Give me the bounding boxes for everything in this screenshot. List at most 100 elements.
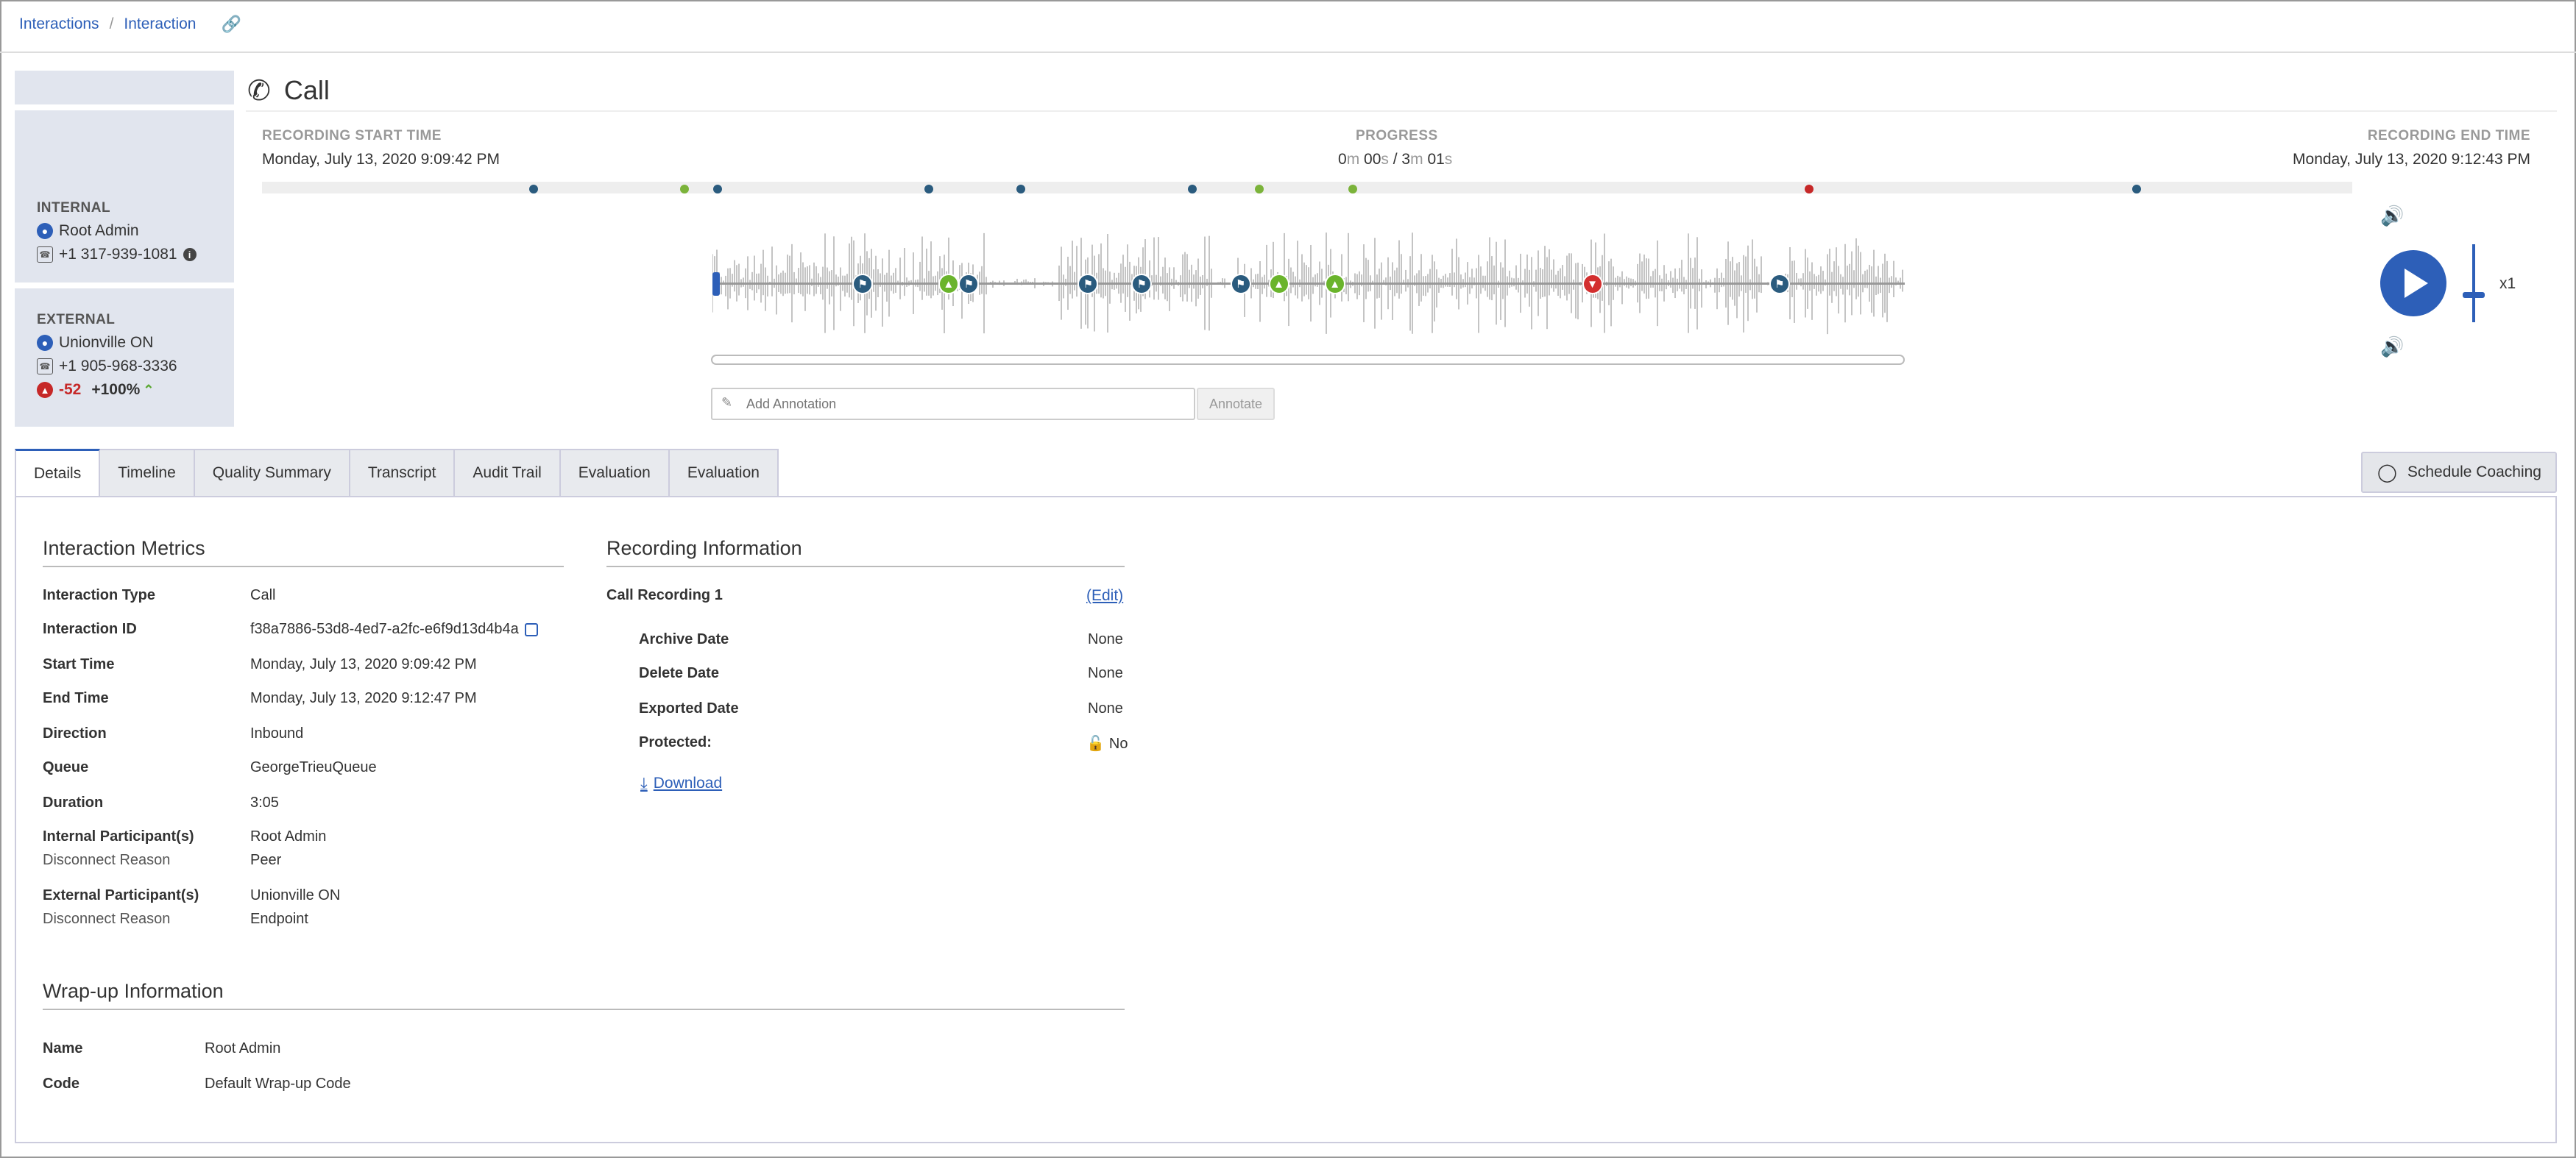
recording-key: Archive Date (639, 631, 729, 647)
play-button[interactable] (2380, 250, 2446, 316)
annotate-button[interactable]: Annotate (1197, 388, 1275, 420)
timeline-event-red-dot[interactable] (1804, 185, 1814, 193)
thumbs-up-marker-icon[interactable]: ▲ (938, 274, 959, 294)
phone-icon: ✆ (247, 75, 271, 107)
bookmark-marker-icon[interactable]: ⚑ (1131, 274, 1153, 294)
metric-value: Monday, July 13, 2020 9:09:42 PM (250, 656, 477, 672)
metric-value: GeorgeTrieuQueue (250, 759, 377, 775)
metric-key: Direction (43, 725, 107, 742)
thumbs-down-marker-icon[interactable]: ▼ (1582, 274, 1603, 294)
recording-key: Protected: (639, 734, 712, 750)
schedule-coaching-button[interactable]: ◯ Schedule Coaching (2361, 452, 2557, 493)
breadcrumb-interaction[interactable]: Interaction (124, 15, 196, 33)
download-icon: ⤓ (640, 774, 648, 792)
bookmark-marker-icon[interactable]: ⚑ (1769, 274, 1790, 294)
internal-name: Root Admin (59, 222, 139, 239)
metric-value: f38a7886-53d8-4ed7-a2fc-e6f9d13d4b4a (250, 621, 538, 638)
breadcrumb-separator: / (109, 15, 114, 32)
bookmark-marker-icon[interactable]: ⚑ (852, 274, 874, 294)
unlock-icon: 🔓 (1086, 736, 1105, 752)
speed-slider-thumb[interactable] (2463, 292, 2485, 298)
recording-start-value: Monday, July 13, 2020 9:09:42 PM (262, 151, 500, 168)
event-timeline-strip[interactable] (262, 182, 2352, 193)
annotation-input[interactable] (711, 388, 1195, 420)
thumbs-up-marker-icon[interactable]: ▲ (1324, 274, 1345, 294)
external-phone: +1 905-968-3336 (59, 358, 177, 374)
tab-evaluation-2[interactable]: Evaluation (669, 449, 779, 497)
wrapup-key: Code (43, 1076, 79, 1092)
timeline-event-green-dot[interactable] (1348, 185, 1358, 193)
recording-end-value: Monday, July 13, 2020 9:12:43 PM (2293, 151, 2530, 168)
external-participant-card: EXTERNAL ● Unionville ON ☎ +1 905-968-33… (15, 288, 234, 427)
timeline-event-blue-dot[interactable] (2132, 185, 2142, 193)
user-icon: ● (37, 223, 53, 239)
timeline-event-blue-dot[interactable] (713, 185, 723, 193)
metric-key: Interaction ID (43, 621, 137, 637)
metric-value: Unionville ON (250, 887, 341, 903)
external-heading: EXTERNAL (37, 312, 116, 327)
metric-key: Start Time (43, 656, 115, 672)
volume-down-icon[interactable]: 🔊 (2380, 335, 2404, 358)
timeline-event-blue-dot[interactable] (924, 185, 933, 193)
tab-details[interactable]: Details (15, 449, 101, 497)
copy-icon[interactable] (524, 622, 538, 636)
timeline-event-blue-dot[interactable] (529, 185, 539, 193)
metric-value: Call (250, 587, 276, 603)
bookmark-marker-icon[interactable]: ⚑ (1230, 274, 1251, 294)
wrapup-value: Default Wrap-up Code (205, 1076, 351, 1092)
timeline-event-blue-dot[interactable] (1016, 185, 1025, 193)
recording-information-title: Recording Information (606, 537, 1125, 567)
wrapup-information-title: Wrap-up Information (43, 980, 1125, 1010)
metric-value: 3:05 (250, 795, 279, 811)
waveform-baseline (712, 283, 1905, 285)
double-chevron-up-icon: ⌃ (143, 382, 155, 397)
whistle-icon: ◯ (2377, 462, 2397, 483)
tab-timeline[interactable]: Timeline (100, 449, 195, 497)
waveform-scrollbar[interactable] (711, 355, 1905, 365)
timeline-event-green-dot[interactable] (679, 185, 689, 193)
metric-key: Internal Participant(s) (43, 828, 194, 845)
megaphone-icon: ▲ (37, 382, 53, 398)
internal-participant-card: INTERNAL ● Root Admin ☎ +1 317-939-1081 … (15, 110, 234, 283)
link-icon[interactable]: 🔗 (221, 15, 241, 34)
recording-start-label: RECORDING START TIME (262, 128, 442, 143)
tab-quality-summary[interactable]: Quality Summary (194, 449, 350, 497)
speed-label: x1 (2499, 275, 2516, 292)
breadcrumb-interactions[interactable]: Interactions (19, 15, 99, 33)
metric-key: Duration (43, 795, 104, 811)
metric-value: Inbound (250, 725, 304, 742)
tab-evaluation-1[interactable]: Evaluation (560, 449, 670, 497)
recording-end-label: RECORDING END TIME (2367, 128, 2530, 143)
play-icon (2405, 269, 2428, 298)
timeline-event-green-dot[interactable] (1254, 185, 1264, 193)
thumbs-up-marker-icon[interactable]: ▲ (1268, 274, 1289, 294)
tab-bar: Details Timeline Quality Summary Transcr… (15, 449, 779, 497)
top-bar: Interactions / Interaction 🔗 (0, 0, 2576, 53)
speed-slider-track[interactable] (2472, 244, 2475, 322)
edit-recording-link[interactable]: (Edit) (1086, 587, 1123, 605)
metric-value: Monday, July 13, 2020 9:12:47 PM (250, 690, 477, 706)
internal-phone: +1 317-939-1081 (59, 246, 177, 263)
schedule-coaching-label: Schedule Coaching (2407, 463, 2541, 480)
metric-sub-value: Endpoint (250, 911, 308, 927)
sentiment-score: -52 (59, 381, 82, 398)
pencil-icon: ✎ (721, 395, 733, 410)
download-link[interactable]: ⤓ Download (640, 774, 722, 793)
breadcrumb: Interactions / Interaction 🔗 (19, 15, 241, 34)
external-name: Unionville ON (59, 334, 154, 351)
metric-key: End Time (43, 690, 109, 706)
phone-copy-icon[interactable]: ☎ (37, 358, 53, 374)
volume-up-icon[interactable]: 🔊 (2380, 205, 2404, 227)
interaction-metrics-title: Interaction Metrics (43, 537, 564, 567)
info-icon[interactable]: i (183, 248, 197, 261)
metric-value: Root Admin (250, 828, 327, 845)
playhead-handle[interactable] (712, 272, 720, 296)
phone-copy-icon[interactable]: ☎ (37, 246, 53, 263)
metric-key: Interaction Type (43, 587, 155, 603)
timeline-event-blue-dot[interactable] (1187, 185, 1197, 193)
user-icon: ● (37, 335, 53, 351)
metric-sub-value: Peer (250, 852, 282, 868)
tab-transcript[interactable]: Transcript (350, 449, 456, 497)
tab-audit-trail[interactable]: Audit Trail (455, 449, 561, 497)
recording-value: None (1088, 700, 1123, 717)
